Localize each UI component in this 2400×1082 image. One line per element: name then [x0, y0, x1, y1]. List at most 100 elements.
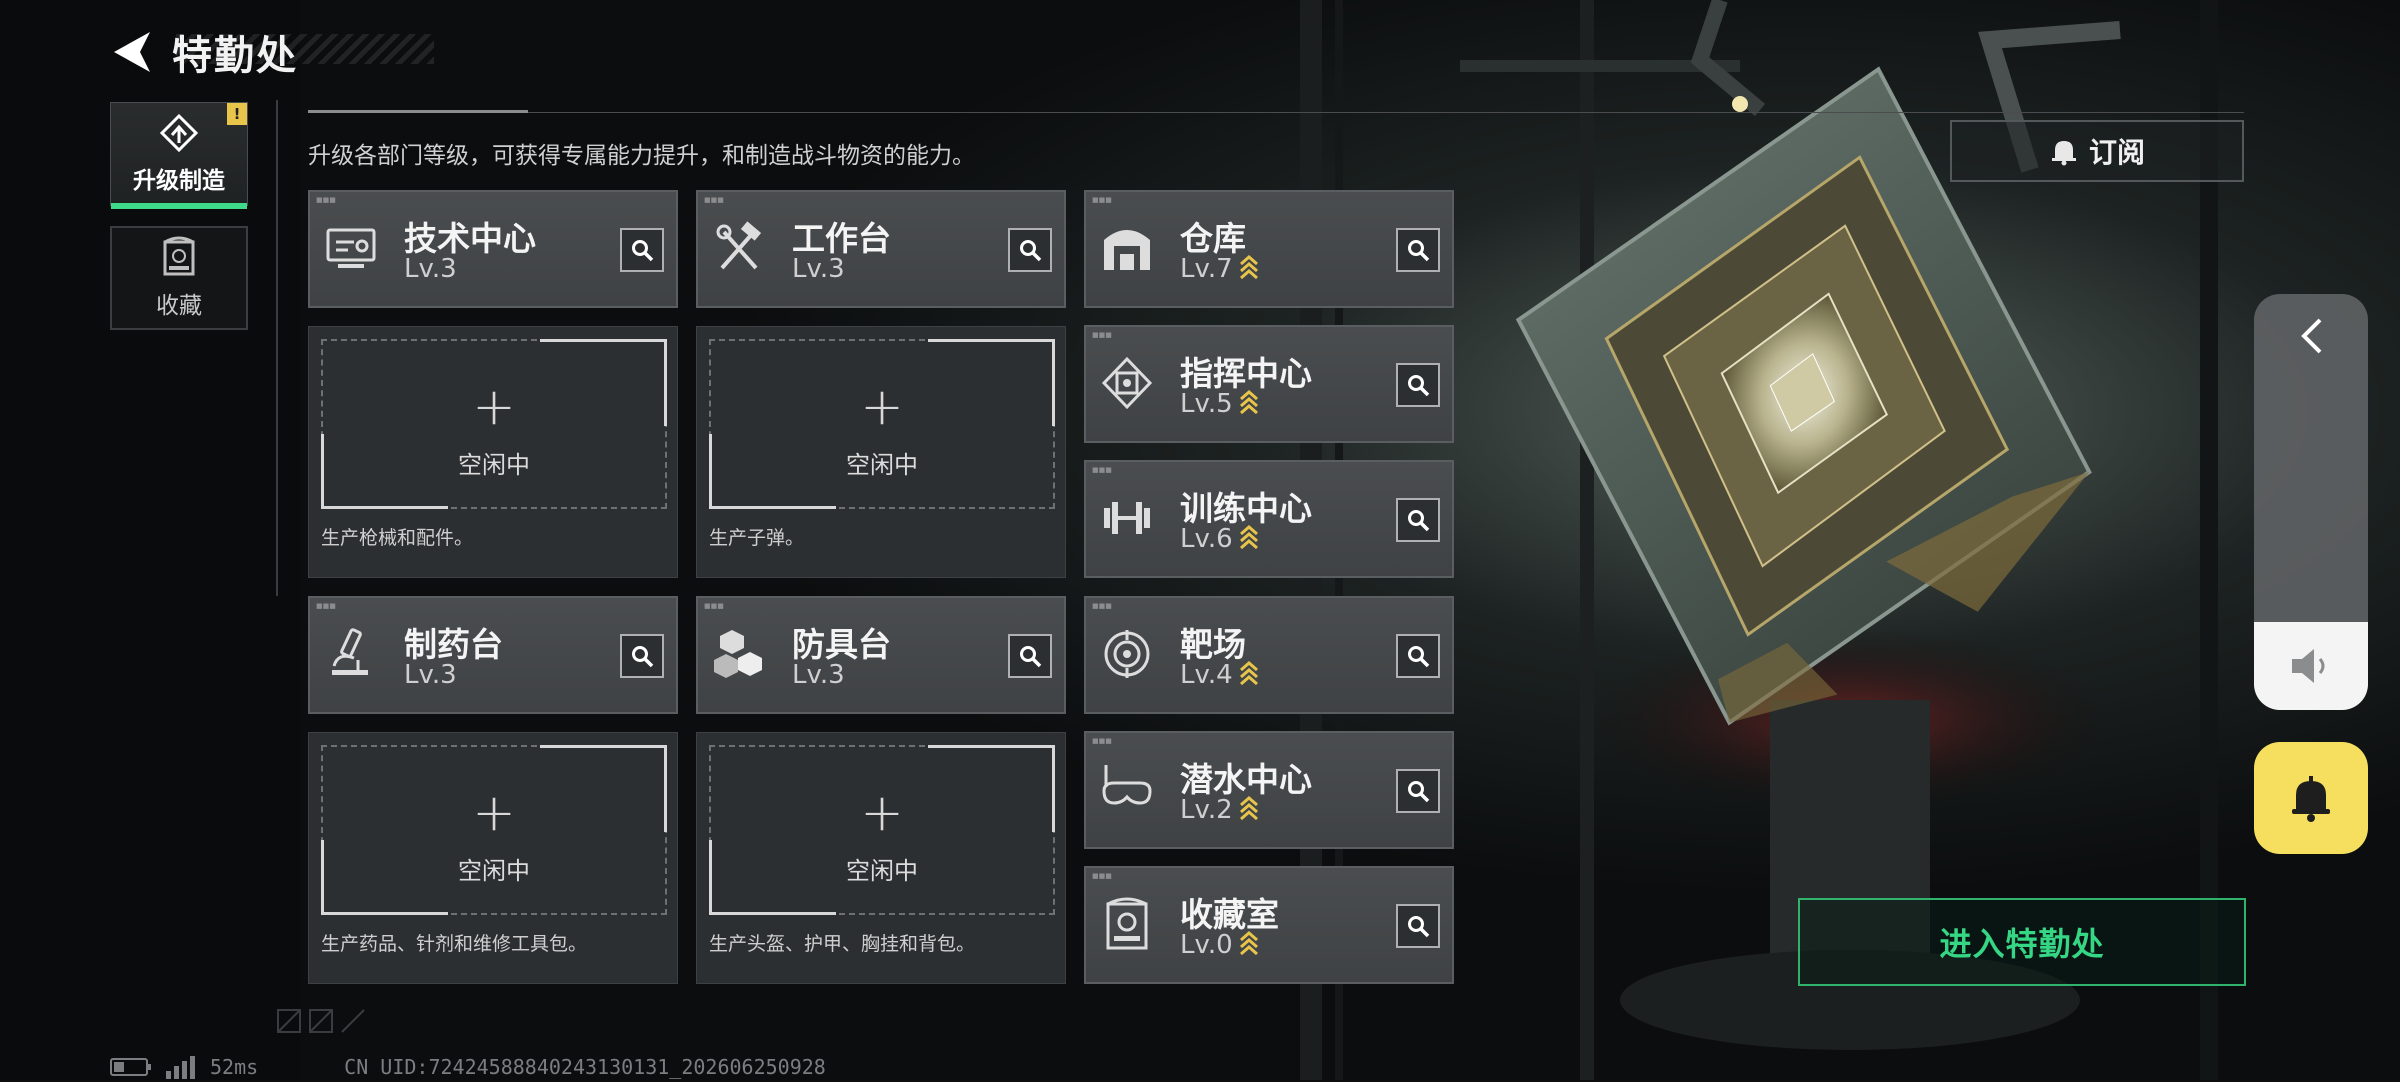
bell-icon: [2292, 776, 2330, 822]
corner-mark: ■■■: [1092, 602, 1112, 610]
production-slot-workbench: + 空闲中 生产子弹。: [696, 326, 1066, 578]
dept-name: 潜水中心: [1180, 760, 1312, 799]
enter-special-service-button[interactable]: 进入特勤处: [1798, 898, 2246, 986]
search-button[interactable]: [620, 634, 664, 678]
dept-card-workbench[interactable]: ■■■ 工作台 Lv.3: [696, 190, 1066, 308]
corner-mark: ■■■: [1092, 466, 1112, 474]
tab-collection[interactable]: 收藏: [110, 226, 248, 330]
production-slot-pharmacy: + 空闲中 生产药品、针剂和维修工具包。: [308, 732, 678, 984]
corner-mark: ■■■: [1092, 872, 1112, 880]
dept-name: 制药台: [404, 625, 503, 664]
dept-level: Lv.3: [792, 660, 845, 690]
status-footer: 52ms CN UID:724245888402431301​31_202606…: [110, 1052, 826, 1082]
search-button[interactable]: [1396, 498, 1440, 542]
dumbbell-icon: [1104, 502, 1150, 534]
add-production-slot[interactable]: + 空闲中: [709, 745, 1055, 915]
dept-name: 技术中心: [404, 219, 536, 258]
search-button[interactable]: [1396, 228, 1440, 272]
search-button[interactable]: [1008, 634, 1052, 678]
dept-level: Lv.0: [1180, 930, 1233, 960]
dept-level-row: Lv.5: [1180, 389, 1259, 419]
chip-icon: [1101, 356, 1153, 410]
slot-status: 空闲中: [458, 451, 530, 479]
upgrade-chevrons-icon: [1239, 525, 1258, 550]
dept-card-training-center[interactable]: ■■■ 训练中心 Lv.6: [1084, 460, 1454, 578]
dept-level: Lv.3: [792, 254, 845, 284]
notification-bell-button[interactable]: [2254, 742, 2368, 854]
volume-button[interactable]: [2254, 622, 2368, 710]
search-button[interactable]: [1396, 904, 1440, 948]
slot-description: 生产枪械和配件。: [321, 527, 474, 549]
diving-mask-icon: [1102, 765, 1152, 805]
upgrade-chevrons-icon: [1239, 796, 1258, 821]
dept-card-pharmacy[interactable]: ■■■ 制药台 Lv.3: [308, 596, 678, 714]
search-button[interactable]: [1396, 769, 1440, 813]
subscribe-bell-icon: [2051, 141, 2076, 166]
dept-level-row: Lv.6: [1180, 524, 1259, 554]
corner-mark: ■■■: [316, 602, 336, 610]
dept-name: 靶场: [1180, 625, 1246, 664]
page-header: 特勤处: [110, 22, 298, 82]
divider: [308, 112, 2244, 113]
warehouse-icon: [1104, 230, 1150, 270]
chevron-left-icon: [2301, 318, 2322, 354]
dept-level: Lv.3: [404, 660, 457, 690]
search-button[interactable]: [1008, 228, 1052, 272]
tab-upgrade-manufacture[interactable]: ! 升级制造: [110, 102, 248, 209]
corner-mark: ■■■: [1092, 331, 1112, 339]
collapse-panel-button[interactable]: [2254, 314, 2368, 364]
dept-card-diving-center[interactable]: ■■■ 潜水中心 Lv.2: [1084, 731, 1454, 849]
corner-mark: ■■■: [704, 602, 724, 610]
search-icon: [1408, 646, 1430, 668]
dept-card-warehouse[interactable]: ■■■ 仓库 Lv.7: [1084, 190, 1454, 308]
slot-status: 空闲中: [846, 451, 918, 479]
add-production-slot[interactable]: + 空闲中: [321, 745, 667, 915]
search-button[interactable]: [1396, 363, 1440, 407]
monitor-icon: [326, 228, 376, 268]
dept-card-shooting-range[interactable]: ■■■ 靶场 Lv.4: [1084, 596, 1454, 714]
back-button[interactable]: [110, 27, 154, 77]
slot-description: 生产药品、针剂和维修工具包。: [321, 933, 588, 955]
subscribe-button[interactable]: 订阅: [1950, 120, 2244, 182]
search-icon: [1020, 646, 1042, 668]
tab-upgrade-label: 升级制造: [133, 168, 225, 194]
battery-icon: [110, 1058, 151, 1076]
production-slot-tech-center: + 空闲中 生产枪械和配件。: [308, 326, 678, 578]
slot-description: 生产头盔、护甲、胸挂和背包。: [709, 933, 976, 955]
dept-card-tech-center[interactable]: ■■■ 技术中心 Lv.3: [308, 190, 678, 308]
search-button[interactable]: [620, 228, 664, 272]
decorative-marks: [277, 1009, 365, 1033]
microscope-icon: [332, 628, 368, 675]
dept-level: Lv.7: [1180, 254, 1233, 284]
dept-name: 防具台: [792, 625, 891, 664]
upgrade-chevrons-icon: [1239, 661, 1258, 686]
dept-card-command-center[interactable]: ■■■ 指挥中心 Lv.5: [1084, 325, 1454, 443]
corner-mark: ■■■: [1092, 737, 1112, 745]
target-icon: [1104, 630, 1150, 678]
dept-level: Lv.2: [1180, 795, 1233, 825]
search-icon: [1408, 375, 1430, 397]
search-icon: [1408, 240, 1430, 262]
upgrade-chevrons-icon: [1239, 931, 1258, 956]
upgrade-chevrons-icon: [1239, 390, 1258, 415]
dept-card-collection-room[interactable]: ■■■ 收藏室 Lv.0: [1084, 866, 1454, 984]
dept-name: 仓库: [1180, 219, 1246, 258]
search-icon: [1408, 510, 1430, 532]
dept-card-armor-bench[interactable]: ■■■ 防具台 Lv.3: [696, 596, 1066, 714]
add-production-slot[interactable]: + 空闲中: [321, 339, 667, 509]
plus-icon: +: [860, 377, 904, 437]
plus-icon: +: [472, 783, 516, 843]
production-slot-armor-bench: + 空闲中 生产头盔、护甲、胸挂和背包。: [696, 732, 1066, 984]
add-production-slot[interactable]: + 空闲中: [709, 339, 1055, 509]
dept-name: 收藏室: [1180, 895, 1279, 934]
search-icon: [632, 240, 654, 262]
divider: [276, 100, 278, 596]
trophy-case-icon: [1106, 897, 1148, 950]
slot-status: 空闲中: [846, 857, 918, 885]
alert-badge: !: [227, 103, 247, 125]
subscribe-label: 订阅: [2088, 136, 2145, 169]
search-icon: [1020, 240, 1042, 262]
search-button[interactable]: [1396, 634, 1440, 678]
cubes-icon: [714, 630, 762, 678]
dept-level: Lv.5: [1180, 389, 1233, 419]
